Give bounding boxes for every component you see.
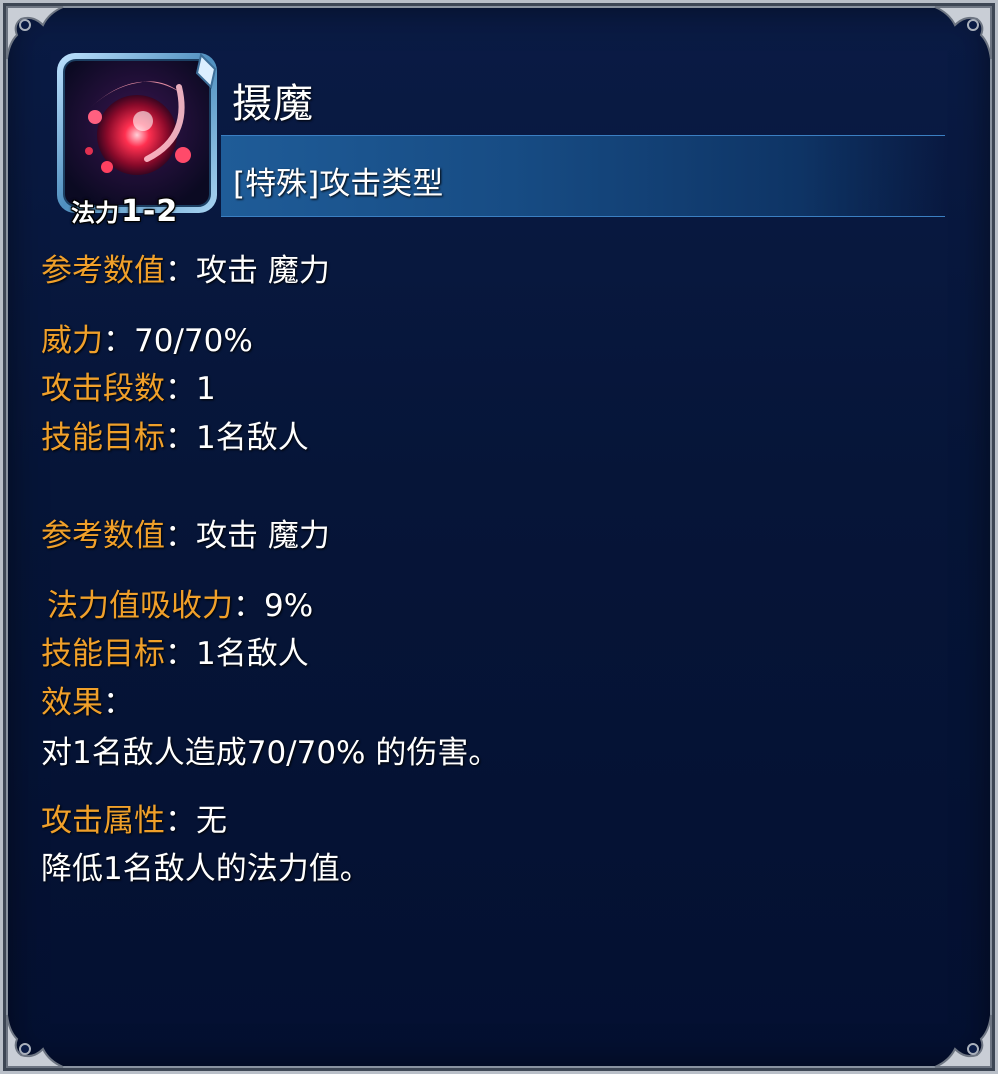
skill-name: 摄魔: [232, 81, 314, 127]
separator: ：: [165, 253, 196, 289]
hits-value: 1: [196, 371, 216, 407]
element-label: 攻击属性: [41, 803, 165, 839]
corner-ornament: [934, 1014, 992, 1068]
element-value: 无: [196, 803, 227, 839]
target-label: 技能目标: [41, 420, 165, 456]
ref-value-label: 参考数值: [41, 518, 165, 554]
ref-value: 攻击 魔力: [196, 518, 330, 554]
separator: ：: [165, 518, 196, 554]
effect-label: 效果: [41, 685, 103, 721]
mp-cost-label: 法力: [71, 199, 119, 227]
mp-cost-badge: 法力 1-2: [61, 193, 188, 229]
mp-drain-label: 法力值吸收力: [47, 588, 233, 624]
ref-value-row: 参考数值：攻击 魔力: [41, 516, 330, 556]
power-value: 70/70%: [134, 323, 253, 359]
mp-drain-value: 9%: [264, 588, 314, 624]
target-value: 1名敌人: [196, 420, 309, 456]
separator: ：: [103, 323, 134, 359]
power-row: 威力：70/70%: [41, 321, 253, 361]
ref-value-label: 参考数值: [41, 253, 165, 289]
separator: ：: [103, 685, 134, 721]
separator: ：: [233, 588, 264, 624]
target-row: 技能目标：1名敌人: [41, 418, 309, 458]
skill-description: 降低1名敌人的法力值。: [41, 851, 371, 887]
separator: ：: [165, 636, 196, 672]
separator: ：: [165, 420, 196, 456]
corner-ornament: [934, 6, 992, 60]
mp-cost-value: 1-2: [121, 194, 179, 229]
separator: ：: [165, 803, 196, 839]
target-row: 技能目标：1名敌人: [41, 634, 309, 674]
separator: ：: [165, 371, 196, 407]
effect-row: 效果：: [41, 683, 134, 723]
ref-value: 攻击 魔力: [196, 253, 330, 289]
corner-ornament: [6, 1014, 64, 1068]
hits-row: 攻击段数：1: [41, 369, 216, 409]
skill-type: [特殊]攻击类型: [233, 166, 444, 202]
element-row: 攻击属性：无: [41, 801, 227, 841]
skill-detail-panel: 法力 1-2 摄魔 [特殊]攻击类型 参考数值：攻击 魔力 威力：70/70% …: [0, 0, 998, 1074]
hits-label: 攻击段数: [41, 371, 165, 407]
effect-description: 对1名敌人造成70/70% 的伤害。: [41, 735, 500, 771]
target-label: 技能目标: [41, 636, 165, 672]
power-label: 威力: [41, 323, 103, 359]
ref-value-row: 参考数值：攻击 魔力: [41, 251, 330, 291]
skill-icon-frame[interactable]: 法力 1-2: [51, 47, 223, 229]
mp-drain-row: 法力值吸收力：9%: [47, 586, 313, 626]
target-value: 1名敌人: [196, 636, 309, 672]
